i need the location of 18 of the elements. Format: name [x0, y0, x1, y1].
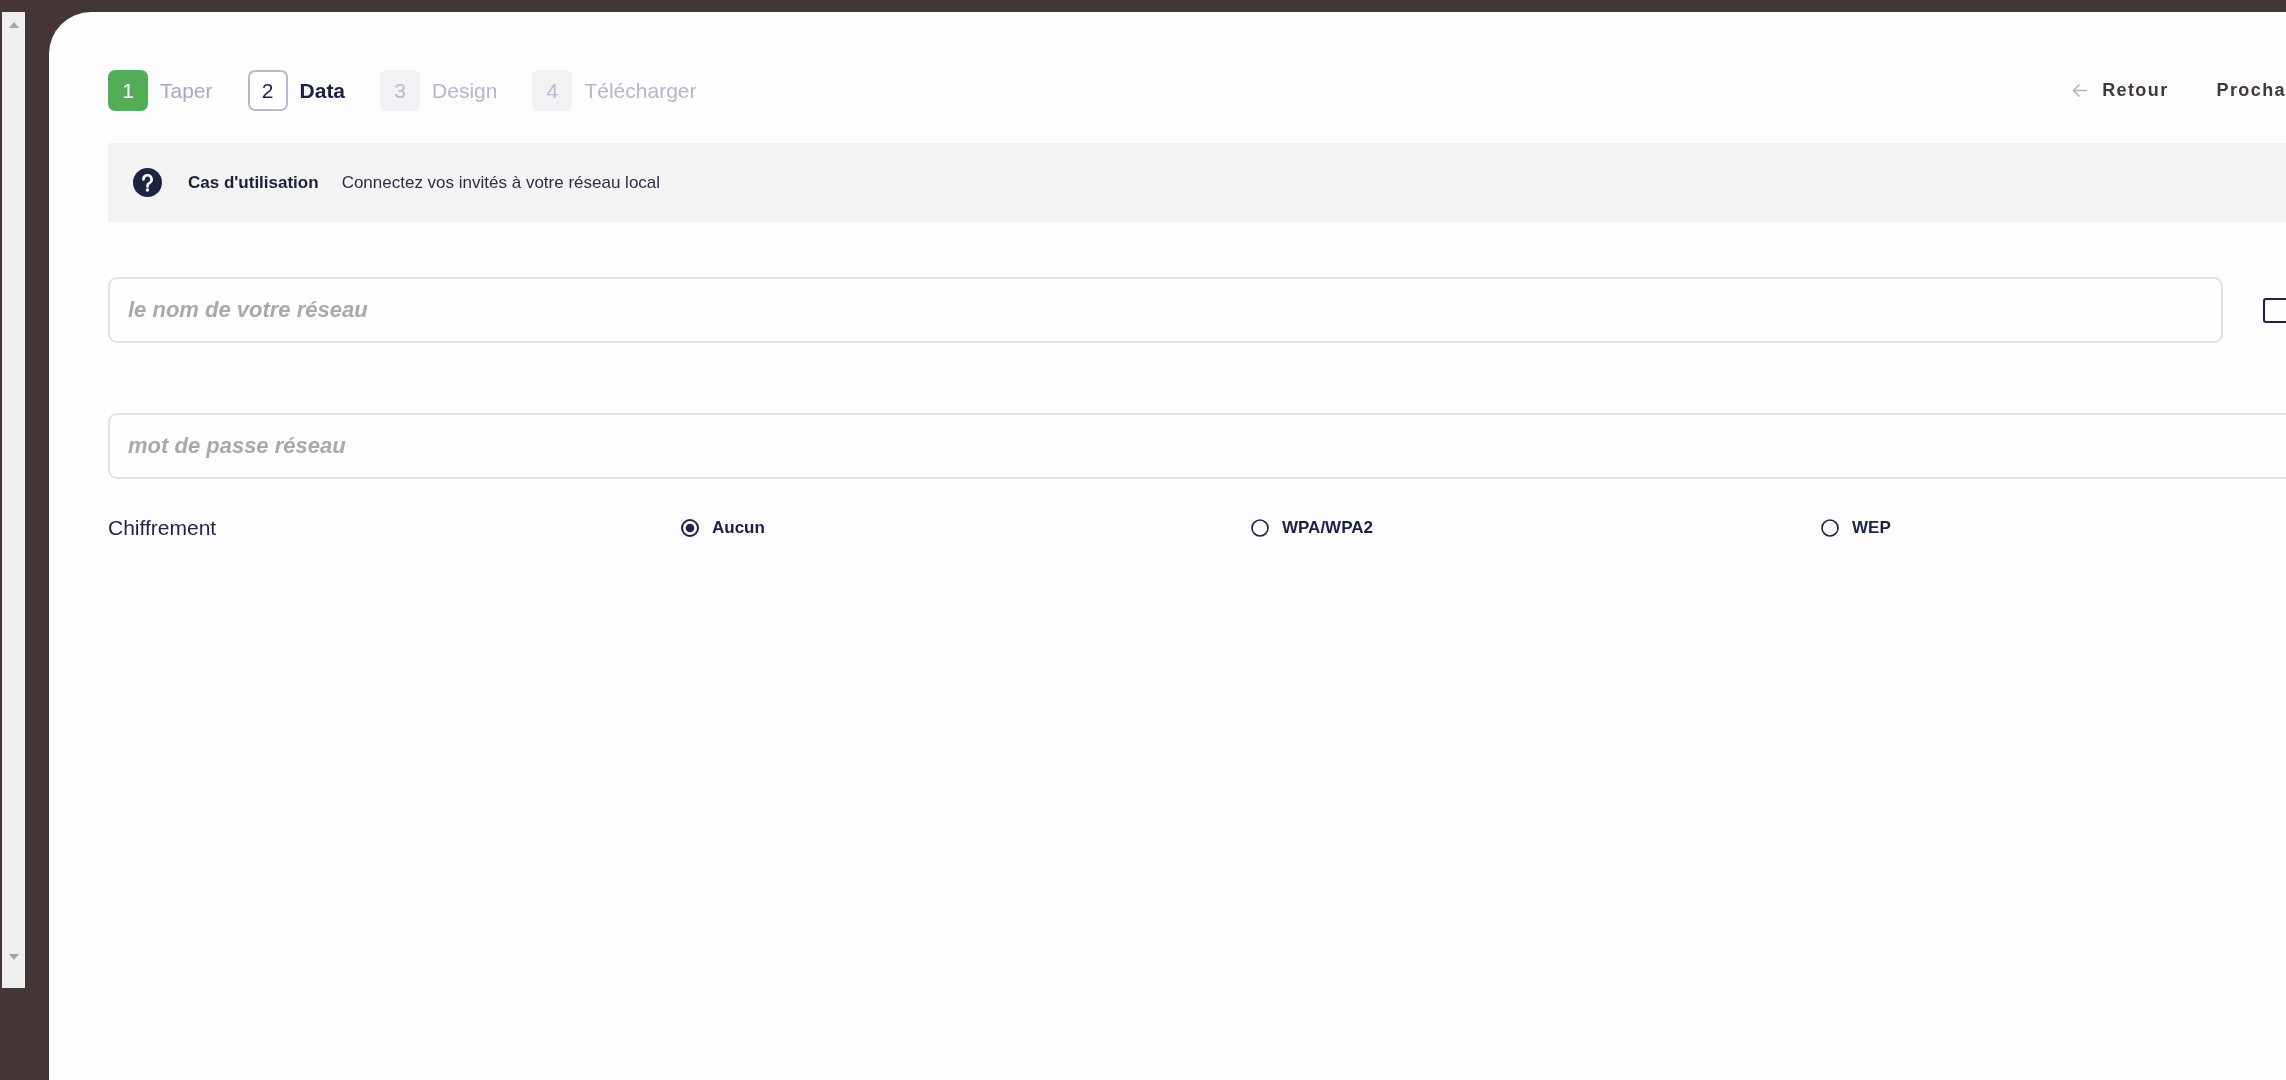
network-name-field[interactable]: le nom de votre réseau: [108, 277, 2223, 343]
radio-option[interactable]: WEP: [1821, 518, 1891, 538]
radio-option[interactable]: Aucun: [681, 518, 765, 538]
radio-option[interactable]: WPA/WPA2: [1251, 518, 1373, 538]
info-text: Connectez vos invités à votre réseau local: [341, 172, 661, 193]
encryption-label: Chiffrement: [108, 516, 217, 540]
checkbox[interactable]: [2263, 297, 2286, 323]
step-label[interactable]: Data: [299, 78, 346, 103]
help-icon: [133, 168, 162, 197]
step-number-badge[interactable]: 2: [247, 70, 288, 111]
radio-button-icon[interactable]: [1821, 519, 1839, 537]
password-field[interactable]: mot de passe réseau: [108, 413, 2286, 479]
back-button[interactable]: Retour: [2072, 80, 2169, 101]
left-arrow-icon: [2072, 84, 2088, 97]
radio-button-icon[interactable]: [681, 519, 699, 537]
next-button[interactable]: Procha: [2216, 80, 2286, 101]
radio-button-icon[interactable]: [1251, 519, 1269, 537]
info-title: Cas d'utilisation: [188, 172, 319, 193]
